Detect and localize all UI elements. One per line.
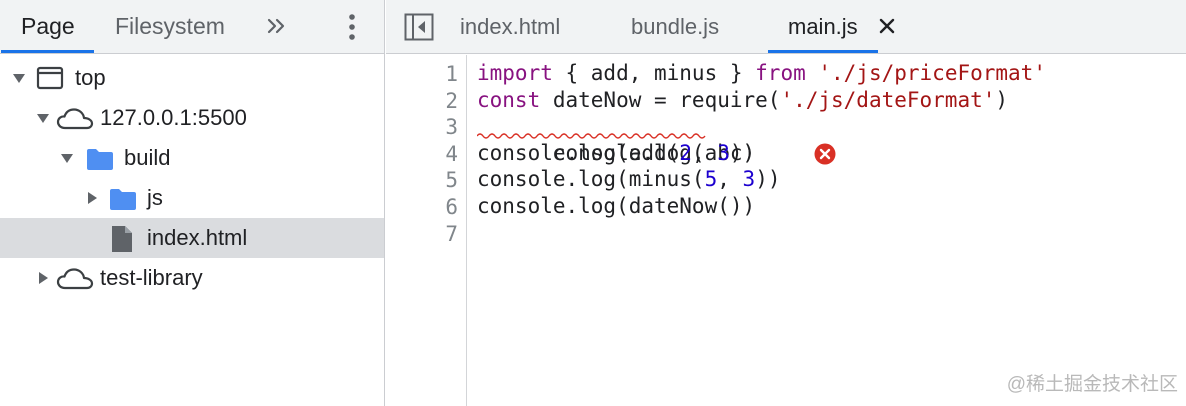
line-number: 3 bbox=[445, 115, 458, 140]
tree-item-index-html[interactable]: index.html bbox=[0, 218, 384, 258]
file-icon bbox=[110, 224, 134, 259]
source-editor: index.html bundle.js main.js 1 2 3 4 5 6… bbox=[386, 0, 1186, 406]
tree-item-js[interactable]: js bbox=[0, 178, 384, 218]
code-line-1: import { add, minus } from './js/priceFo… bbox=[477, 61, 1046, 85]
tree-item-label: top bbox=[75, 65, 106, 90]
cloud-icon bbox=[56, 267, 94, 296]
code-area[interactable]: import { add, minus } from './js/priceFo… bbox=[477, 60, 1177, 220]
tree-item-label: build bbox=[124, 145, 171, 170]
line-number: 2 bbox=[445, 88, 458, 113]
tree-item-origin[interactable]: 127.0.0.1:5500 bbox=[0, 98, 384, 138]
kebab-menu-icon[interactable] bbox=[342, 11, 362, 43]
tree-item-label: test-library bbox=[100, 265, 203, 290]
tree-item-label: index.html bbox=[147, 225, 248, 250]
expand-arrow-down-icon[interactable] bbox=[60, 151, 74, 165]
tab-bundle-js[interactable]: bundle.js bbox=[631, 0, 719, 53]
frame-icon bbox=[36, 66, 64, 95]
code-line-5: console.log(minus(5, 3)) bbox=[477, 167, 781, 192]
line-number: 6 bbox=[445, 195, 458, 219]
folder-icon bbox=[109, 187, 137, 216]
code-line-4: console.log(add(2, 3)) bbox=[477, 140, 756, 165]
close-icon[interactable] bbox=[878, 17, 896, 35]
line-number-gutter: 1 2 3 4 5 6 7 bbox=[386, 55, 467, 406]
tree-item-top[interactable]: top bbox=[0, 58, 384, 98]
watermark: @稀土掘金技术社区 bbox=[1006, 374, 1178, 395]
tree-item-test-library[interactable]: test-library bbox=[0, 258, 384, 298]
line-number: 1 bbox=[445, 62, 458, 86]
expand-arrow-down-icon[interactable] bbox=[12, 71, 26, 85]
toggle-navigator-icon[interactable] bbox=[404, 13, 434, 41]
code-line-2: const dateNow = require('./js/dateFormat… bbox=[477, 87, 1009, 112]
chevron-double-right-icon[interactable] bbox=[264, 11, 290, 41]
navigator-tab-bar: Page Filesystem bbox=[0, 0, 384, 54]
line-number: 7 bbox=[445, 221, 458, 246]
editor-tab-bar: index.html bundle.js main.js bbox=[386, 0, 1186, 54]
error-icon[interactable] bbox=[713, 116, 836, 165]
file-tree: top 127.0.0.1:5500 build js index.html t… bbox=[0, 58, 384, 298]
line-number: 4 bbox=[445, 141, 458, 166]
cloud-icon bbox=[56, 107, 94, 136]
expand-arrow-right-icon[interactable] bbox=[36, 271, 50, 285]
expand-arrow-down-icon[interactable] bbox=[36, 111, 50, 125]
tab-filesystem[interactable]: Filesystem bbox=[115, 0, 225, 53]
tree-item-label: 127.0.0.1:5500 bbox=[100, 105, 247, 130]
tree-item-build[interactable]: build bbox=[0, 138, 384, 178]
tab-main-js[interactable]: main.js bbox=[768, 0, 878, 53]
tab-page[interactable]: Page bbox=[1, 0, 94, 53]
code-line-3: console.log(abc) bbox=[477, 113, 1177, 165]
tree-item-label: js bbox=[147, 185, 163, 210]
code-line-6: console.log(dateNow()) bbox=[477, 193, 756, 218]
folder-icon bbox=[86, 147, 114, 176]
expand-arrow-right-icon[interactable] bbox=[85, 191, 99, 205]
tab-index-html[interactable]: index.html bbox=[460, 0, 560, 53]
line-number: 5 bbox=[445, 168, 458, 193]
sources-navigator: Page Filesystem top 127.0.0.1:5500 build… bbox=[0, 0, 385, 406]
